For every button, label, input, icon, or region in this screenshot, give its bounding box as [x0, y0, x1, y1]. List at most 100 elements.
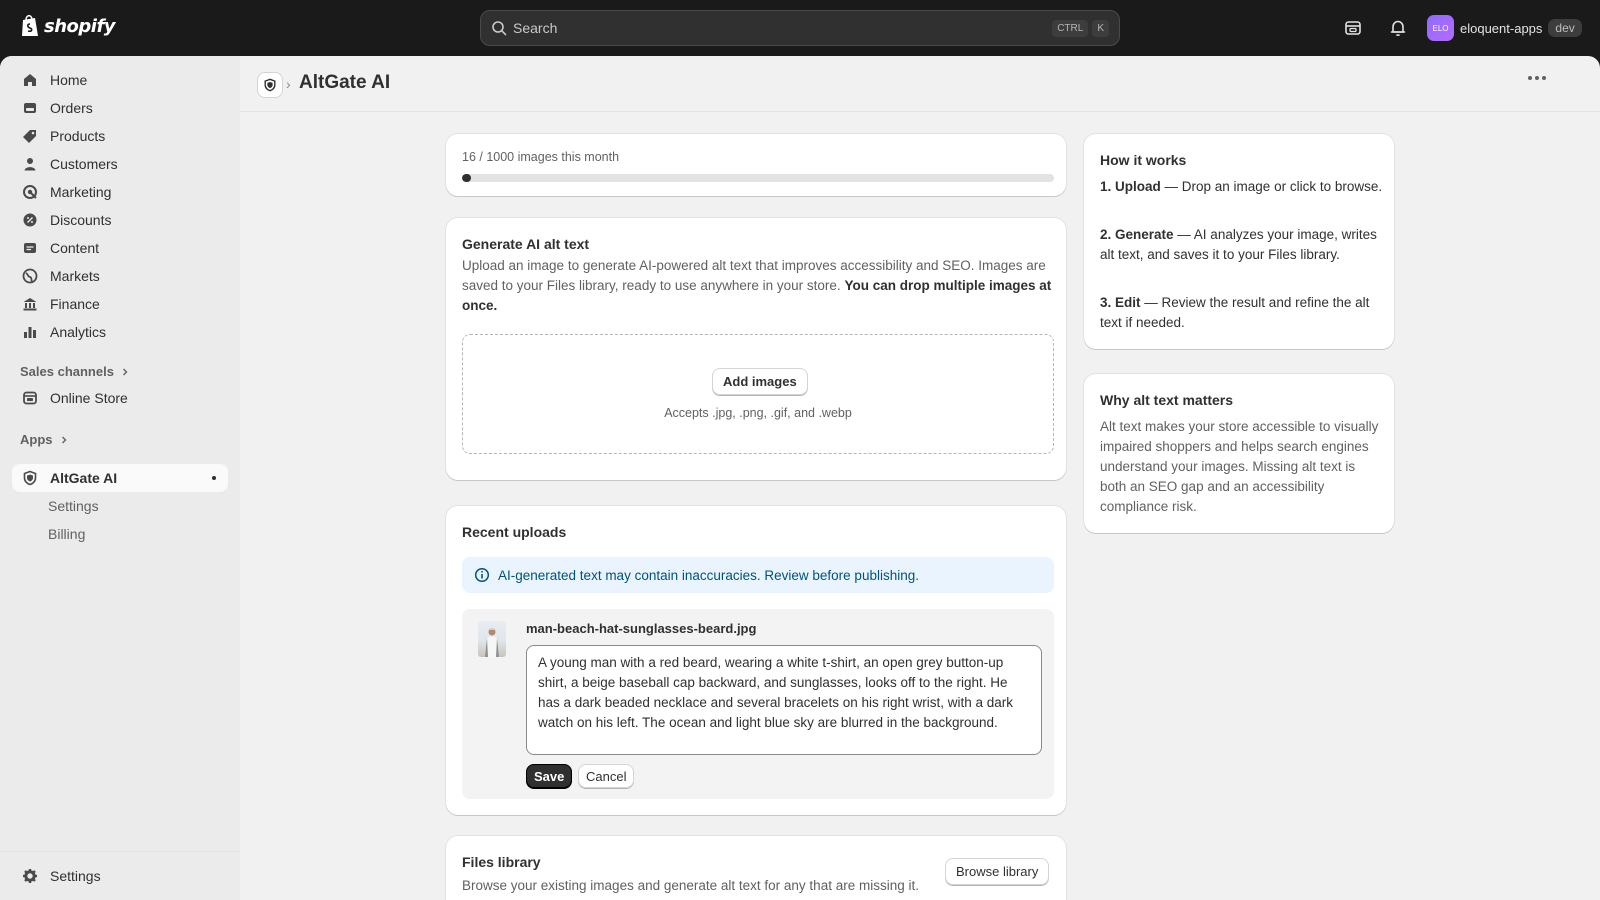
sidebar-item-label: Settings — [48, 498, 99, 514]
accepted-formats: Accepts .jpg, .png, .gif, and .webp — [664, 406, 852, 420]
page-title: AltGate AI — [299, 72, 391, 93]
search-icon — [492, 21, 507, 36]
sidebar-item-products[interactable]: Products — [12, 122, 228, 150]
sidebar-footer: Settings — [0, 851, 240, 900]
sidebar-item-altgate-ai[interactable]: AltGate AI — [12, 464, 228, 492]
image-dropzone[interactable]: Add images Accepts .jpg, .png, .gif, and… — [462, 334, 1054, 454]
sidebar-item-label: Home — [50, 72, 88, 88]
why-alt-text-card: Why alt text matters Alt text makes your… — [1084, 374, 1394, 533]
chevron-right-icon — [61, 436, 66, 443]
shortcut-key-k: K — [1092, 19, 1109, 37]
sidebar-item-label: Online Store — [50, 390, 128, 406]
sidebar-item-label: Marketing — [50, 184, 112, 200]
step-2: 2. Generate — AI analyzes your image, wr… — [1100, 225, 1384, 265]
brand-name: shopify — [44, 15, 116, 37]
sidebar-item-label: Orders — [50, 100, 93, 116]
sidebar-item-label: Settings — [50, 868, 101, 884]
image-thumbnail[interactable] — [478, 621, 506, 657]
sidebar-item-markets[interactable]: Markets — [12, 262, 228, 290]
search-bar[interactable]: CTRL K — [480, 10, 1120, 46]
usage-progress-fill — [462, 174, 472, 182]
shopify-bag-icon — [22, 14, 38, 36]
discounts-icon — [23, 213, 37, 227]
orders-icon — [24, 103, 36, 113]
shortcut-key-ctrl: CTRL — [1052, 19, 1089, 37]
generate-title: Generate AI alt text — [462, 236, 590, 252]
person-photo-icon — [485, 628, 499, 657]
chevron-right-icon — [122, 368, 128, 375]
sidebar-item-label: AltGate AI — [50, 470, 118, 486]
step-3-text: — Review the result and refine the alt t… — [1100, 295, 1370, 330]
info-banner-text: AI-generated text may contain inaccuraci… — [498, 567, 919, 583]
sales-channels-label: Sales channels — [20, 364, 114, 379]
sidebar-item-label: Content — [50, 240, 100, 256]
browse-library-button[interactable]: Browse library — [945, 858, 1050, 885]
more-actions-button[interactable] — [1528, 76, 1546, 80]
sales-channels-heading[interactable]: Sales channels — [20, 364, 130, 379]
step-1: 1. Upload — Drop an image or click to br… — [1100, 177, 1384, 197]
why-alt-text-body: Alt text makes your store accessible to … — [1100, 419, 1379, 514]
bell-icon[interactable] — [1388, 18, 1408, 38]
sidebar-item-home[interactable]: Home — [12, 66, 228, 94]
store-name: eloquent-apps — [1460, 20, 1543, 36]
step-3-title: 3. Edit — [1100, 295, 1141, 310]
cancel-button[interactable]: Cancel — [578, 764, 635, 788]
analytics-icon — [24, 327, 36, 338]
info-banner: AI-generated text may contain inaccuraci… — [462, 557, 1054, 593]
search-input[interactable] — [513, 20, 1049, 36]
sidebar-item-analytics[interactable]: Analytics — [12, 318, 228, 346]
customers-icon — [24, 158, 36, 171]
marketing-icon — [23, 185, 37, 199]
files-library-title: Files library — [462, 854, 541, 870]
markets-icon — [22, 268, 38, 284]
sidebar-item-marketing[interactable]: Marketing — [12, 178, 228, 206]
sidebar-item-discounts[interactable]: Discounts — [12, 206, 228, 234]
recent-uploads-card: Recent uploads AI-generated text may con… — [446, 506, 1066, 815]
store-icon[interactable] — [1343, 18, 1363, 38]
finance-icon — [23, 298, 37, 311]
apps-label: Apps — [20, 432, 53, 447]
info-icon — [474, 567, 490, 583]
shield-icon — [23, 470, 37, 486]
usage-progress-bar — [462, 174, 1054, 182]
sidebar-item-content[interactable]: Content — [12, 234, 228, 262]
sidebar-item-finance[interactable]: Finance — [12, 290, 228, 318]
sidebar-item-customers[interactable]: Customers — [12, 150, 228, 178]
usage-label: 16 / 1000 images this month — [462, 150, 620, 164]
step-1-text: — Drop an image or click to browse. — [1160, 179, 1383, 194]
generate-card: Generate AI alt text Upload an image to … — [446, 218, 1066, 480]
sidebar-item-app-settings[interactable]: Settings — [12, 492, 228, 520]
step-3: 3. Edit — Review the result and refine t… — [1100, 293, 1384, 333]
active-dot — [212, 476, 216, 480]
upload-item: man-beach-hat-sunglasses-beard.jpg A you… — [462, 609, 1054, 799]
sidebar-item-label: Billing — [48, 526, 86, 542]
app-icon-button[interactable] — [257, 72, 283, 98]
recent-uploads-title: Recent uploads — [462, 524, 567, 540]
how-it-works-title: How it works — [1100, 152, 1187, 168]
shield-icon — [264, 78, 276, 92]
sidebar-item-orders[interactable]: Orders — [12, 94, 228, 122]
shopify-logo[interactable]: shopify — [20, 14, 116, 38]
sidebar-item-billing[interactable]: Billing — [12, 520, 228, 548]
sidebar-item-online-store[interactable]: Online Store — [12, 384, 228, 412]
save-button[interactable]: Save — [526, 764, 573, 788]
sidebar-item-settings[interactable]: Settings — [12, 862, 228, 890]
step-2-title: 2. Generate — [1100, 227, 1174, 242]
home-icon — [24, 74, 36, 86]
alt-text-field[interactable]: A young man with a red beard, wearing a … — [526, 645, 1042, 755]
usage-card: 16 / 1000 images this month — [446, 134, 1066, 196]
sidebar-item-label: Customers — [50, 156, 118, 172]
top-bar: shopify CTRL K ELO eloquent-apps dev — [0, 0, 1600, 56]
generate-description: Upload an image to generate AI-powered a… — [462, 256, 1054, 316]
apps-heading[interactable]: Apps — [20, 432, 69, 447]
add-images-button[interactable]: Add images — [712, 368, 808, 395]
account-menu[interactable]: ELO eloquent-apps dev — [1427, 15, 1582, 41]
breadcrumb-separator: › — [286, 76, 291, 92]
files-library-description: Browse your existing images and generate… — [462, 878, 919, 893]
sidebar-item-label: Discounts — [50, 212, 112, 228]
sidebar-item-label: Analytics — [50, 324, 107, 340]
step-1-title: 1. Upload — [1100, 179, 1161, 194]
files-library-card: Files library Browse your existing image… — [446, 836, 1066, 900]
sidebar-item-label: Products — [50, 128, 106, 144]
how-it-works-card: How it works 1. Upload — Drop an image o… — [1084, 134, 1394, 349]
